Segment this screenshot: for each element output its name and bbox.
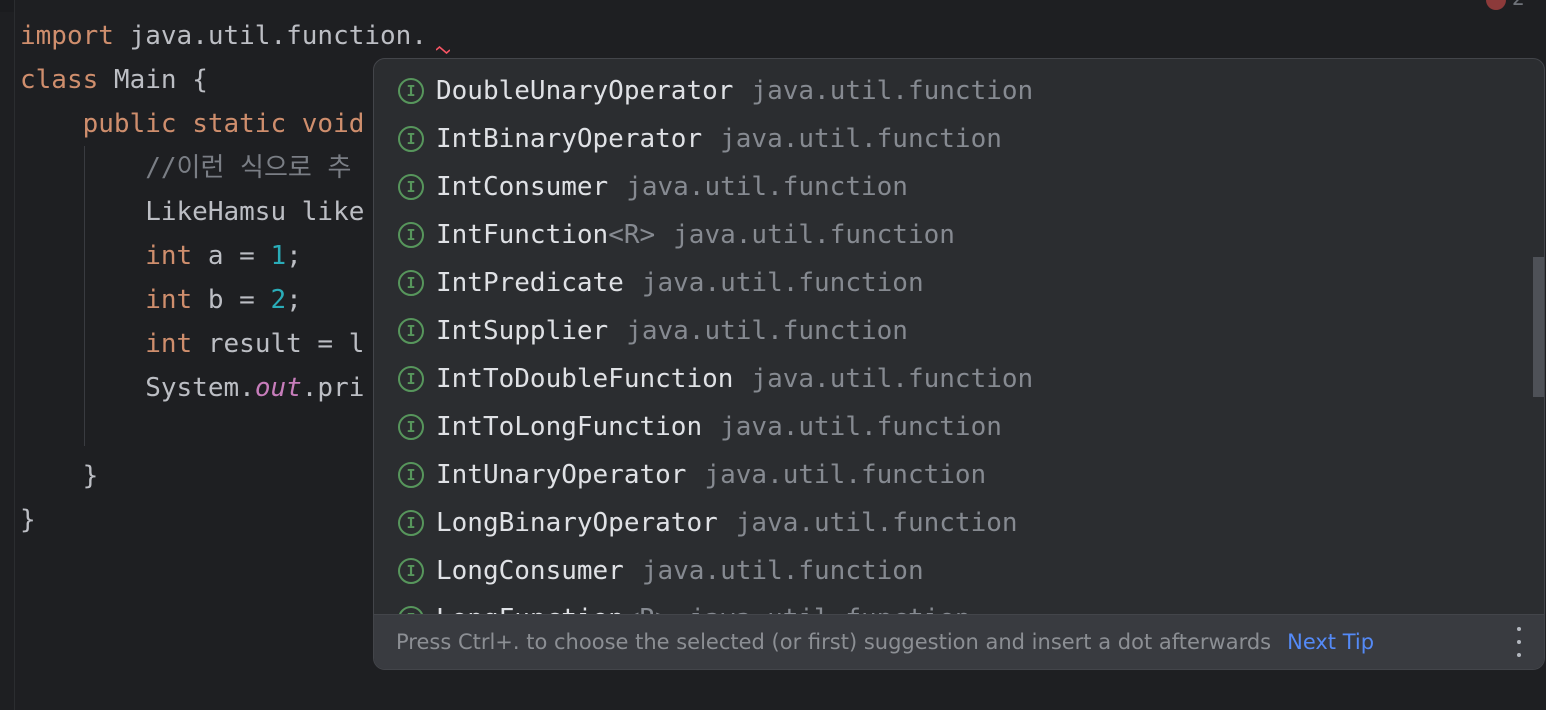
completion-item-name: DoubleUnaryOperator	[436, 76, 734, 106]
completion-item[interactable]: I IntFunction <R> java.util.function	[374, 211, 1544, 259]
code-token: int	[145, 241, 193, 271]
completion-item[interactable]: I LongBinaryOperator java.util.function	[374, 499, 1544, 547]
completion-item[interactable]: I IntUnaryOperator java.util.function	[374, 451, 1544, 499]
completion-item-package: java.util.function	[641, 268, 924, 298]
completion-item-name: IntFunction	[436, 220, 609, 250]
code-token: System.	[20, 373, 255, 403]
completion-item[interactable]: I IntBinaryOperator java.util.function	[374, 115, 1544, 163]
completion-item-package: java.util.function	[626, 172, 908, 202]
completion-item[interactable]: I IntToLongFunction java.util.function	[374, 403, 1544, 451]
completion-item-package: java.util.function	[720, 412, 1002, 442]
code-line[interactable]: class Main {	[20, 58, 208, 102]
error-squiggle	[436, 46, 450, 54]
code-token: import	[20, 21, 114, 51]
completion-item-name: IntBinaryOperator	[436, 124, 703, 154]
more-vertical-icon[interactable]	[1516, 627, 1522, 657]
completion-footer: Press Ctrl+. to choose the selected (or …	[374, 614, 1544, 669]
interface-icon: I	[398, 270, 424, 296]
completion-item-name: LongConsumer	[436, 556, 624, 586]
completion-item-name: IntPredicate	[436, 268, 624, 298]
code-token: result = l	[192, 329, 365, 359]
completion-item-package: java.util.function	[751, 364, 1034, 394]
completion-item[interactable]: I IntPredicate java.util.function	[374, 259, 1544, 307]
code-token: .pri	[301, 373, 365, 403]
completion-item-type-param: <R>	[608, 220, 656, 250]
completion-item-name: IntToDoubleFunction	[436, 364, 734, 394]
code-line[interactable]: System.out.pri	[20, 366, 364, 410]
interface-icon: I	[398, 558, 424, 584]
completion-item-package: java.util.function	[735, 508, 1018, 538]
code-line[interactable]: LikeHamsu like	[20, 190, 364, 234]
completion-item-package: java.util.function	[720, 124, 1002, 154]
footer-tip-text: Press Ctrl+. to choose the selected (or …	[396, 630, 1272, 654]
code-token: ;	[286, 285, 302, 315]
error-indicator[interactable]: 2	[1486, 0, 1526, 10]
completion-item[interactable]: I DoubleUnaryOperator java.util.function	[374, 67, 1544, 115]
completion-item[interactable]: I IntSupplier java.util.function	[374, 307, 1544, 355]
interface-icon: I	[398, 222, 424, 248]
interface-icon: I	[398, 78, 424, 104]
code-token: public static void	[82, 109, 365, 139]
code-line[interactable]: }	[20, 498, 36, 542]
completion-popup[interactable]: I DoubleUnaryOperator java.util.function I I…	[373, 58, 1545, 670]
interface-icon: I	[398, 174, 424, 200]
code-line[interactable]: //이런 식으로 추	[20, 146, 351, 190]
code-token: }	[20, 505, 36, 535]
code-token: class	[20, 65, 99, 95]
interface-icon: I	[398, 318, 424, 344]
completion-item-package: java.util.function	[751, 76, 1034, 106]
interface-icon: I	[398, 462, 424, 488]
interface-icon: I	[398, 414, 424, 440]
error-icon	[1486, 0, 1506, 10]
completion-item-name: LongBinaryOperator	[436, 508, 718, 538]
code-token: b =	[192, 285, 271, 315]
completion-item-package: java.util.function	[626, 316, 908, 346]
interface-icon: I	[398, 510, 424, 536]
error-count: 2	[1512, 0, 1525, 10]
code-token: Main {	[98, 65, 208, 95]
completion-item[interactable]: I IntToDoubleFunction java.util.function	[374, 355, 1544, 403]
code-token: 1	[270, 241, 287, 271]
completion-item-name: IntUnaryOperator	[436, 460, 687, 490]
next-tip-link[interactable]: Next Tip	[1287, 630, 1374, 654]
completion-scrollbar[interactable]	[1533, 257, 1544, 397]
completion-item-package: java.util.function	[641, 556, 924, 586]
completion-item-name: IntConsumer	[436, 172, 609, 202]
code-line[interactable]: }	[20, 454, 99, 498]
code-token: int	[145, 285, 193, 315]
code-token: 2	[270, 285, 287, 315]
code-line[interactable]: int b = 2;	[20, 278, 302, 322]
gutter-divider	[14, 0, 15, 710]
completion-item[interactable]: I IntConsumer java.util.function	[374, 163, 1544, 211]
code-line[interactable]: int result = l	[20, 322, 364, 366]
code-token: }	[20, 461, 99, 491]
code-line[interactable]: public static void	[20, 102, 365, 146]
completion-item[interactable]: I LongConsumer java.util.function	[374, 547, 1544, 595]
interface-icon: I	[398, 126, 424, 152]
code-token: out	[254, 373, 302, 403]
code-token: //이런 식으로 추	[145, 153, 352, 183]
completion-list[interactable]: I DoubleUnaryOperator java.util.function I I…	[374, 67, 1544, 617]
completion-item-package: java.util.function	[673, 220, 955, 250]
code-line[interactable]: import java.util.function.	[20, 14, 427, 58]
completion-item-name: IntSupplier	[436, 316, 609, 346]
interface-icon: I	[398, 366, 424, 392]
code-token: java.util.function.	[113, 21, 427, 51]
code-token: ;	[286, 241, 302, 271]
code-line[interactable]: int a = 1;	[20, 234, 302, 278]
code-token: int	[145, 329, 193, 359]
completion-item-package: java.util.function	[704, 460, 987, 490]
code-token: a =	[192, 241, 271, 271]
completion-item-name: IntToLongFunction	[436, 412, 703, 442]
code-token: LikeHamsu like	[20, 197, 365, 227]
